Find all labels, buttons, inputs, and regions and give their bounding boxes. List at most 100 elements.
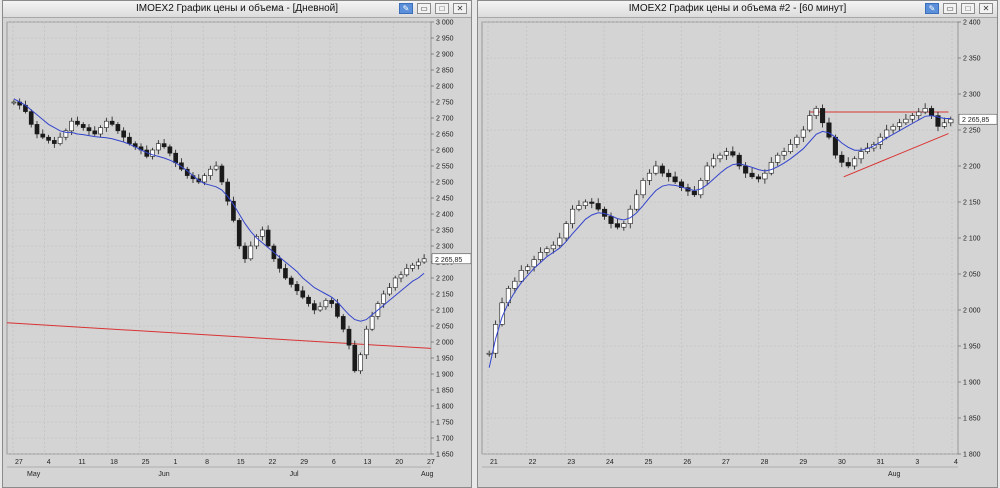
close-icon[interactable]: ✕ [453,3,467,14]
price-candle-body [640,180,646,196]
y-tick-label: 1 950 [436,356,454,363]
pin-icon[interactable]: ✎ [925,3,939,14]
price-candle-body [730,151,736,156]
price-candle-body [941,122,947,127]
y-tick-label: 1 850 [963,416,981,423]
price-candle-body [156,143,161,151]
price-candle-body [352,344,358,372]
plot-area [6,21,432,455]
price-candle-body [602,208,608,217]
price-candle-body [109,120,115,125]
price-candle-body [595,203,601,210]
price-candle-body [755,176,762,180]
price-candle-body [723,151,729,156]
maximize-icon[interactable]: □ [961,3,975,14]
price-candle-body [86,127,92,132]
x-tick-label: 20 [395,459,403,466]
left-chart-window[interactable]: IMOEX2 График цены и объема - [Дневной] … [2,0,472,488]
y-tick-label: 1 900 [436,372,454,379]
right-price-chart[interactable]: 2 400 2 350 2 300 2 250 2 200 2 150 2 100 2 050… [478,18,998,488]
price-candle-body [121,130,126,138]
price-candle-body [582,201,588,206]
close-icon[interactable]: ✕ [979,3,993,14]
price-candle-body [208,168,213,176]
y-tick-label: 1 750 [436,420,454,427]
y-tick-label: 2 000 [436,340,454,347]
price-candle-body [300,290,306,298]
x-month-label: Jul [290,471,299,478]
price-candle-body [922,108,928,113]
price-candle-body [608,216,614,224]
price-candle-body [236,220,242,247]
pin-icon[interactable]: ✎ [399,3,413,14]
maximize-icon[interactable]: □ [435,3,449,14]
x-tick-label: 8 [205,459,209,466]
price-candle-body [398,274,404,279]
y-tick-label: 2 850 [436,68,454,75]
price-candle-body [634,194,640,210]
price-candle-body [167,146,173,154]
x-tick-label: 15 [237,459,245,466]
x-tick-label: 30 [838,459,846,466]
y-tick-label: 2 650 [436,132,454,139]
price-candle-body [717,154,723,160]
x-tick-label: 1 [173,459,177,466]
price-candle-body [787,144,794,152]
price-candle-body [743,165,749,174]
left-price-chart[interactable]: 3 000 2 950 2 900 2 850 2 800 2 750 2 700 2 650… [3,18,472,488]
price-candle-body [323,300,329,308]
price-candle-body [537,252,544,260]
price-candle-body [260,229,265,237]
y-tick-label: 2 100 [436,308,454,315]
y-tick-label: 2 900 [436,52,454,59]
x-tick-label: 29 [300,459,308,466]
price-candle-body [807,115,813,131]
price-candle-body [340,316,346,330]
price-candle-body [749,172,755,178]
x-tick-label: 27 [722,459,730,466]
price-candle-body [213,165,219,170]
price-candle-body [277,258,282,269]
last-price-label: 2 265,85 [962,117,989,124]
price-candle-body [364,328,369,356]
price-candle-body [781,151,787,156]
price-candle-body [550,244,556,250]
price-candle-body [404,268,410,276]
y-tick-label: 2 200 [963,164,981,171]
price-candle-body [294,284,300,292]
price-candle-body [242,245,248,260]
price-candle-body [369,316,375,330]
price-candle-body [563,223,569,239]
price-candle-body [346,328,352,346]
price-candle-body [589,201,595,204]
price-candle-body [329,300,334,304]
left-titlebar[interactable]: IMOEX2 График цены и объема - [Дневной] … [3,1,471,18]
restore-icon[interactable]: ▭ [943,3,957,14]
price-candle-body [666,172,672,178]
right-chart-window[interactable]: IMOEX2 График цены и объема #2 - [60 мин… [477,0,998,488]
x-tick-label: 23 [567,459,575,466]
x-tick-label: 21 [490,459,498,466]
y-tick-label: 2 950 [436,36,454,43]
price-candle-body [104,120,109,128]
price-candle-body [704,165,710,181]
y-tick-label: 2 050 [963,272,981,279]
x-tick-label: 18 [110,459,118,466]
price-candle-body [948,118,954,124]
restore-icon[interactable]: ▭ [417,3,431,14]
price-candle-body [28,111,34,125]
x-tick-label: 11 [78,459,85,466]
price-candle-body [46,136,51,141]
y-tick-label: 2 800 [436,84,454,91]
price-candle-body [646,172,653,181]
price-candle-body [794,136,800,145]
price-candle-body [11,101,17,104]
price-candle-body [358,354,363,372]
x-month-label: Aug [421,471,434,478]
price-candle-body [69,120,74,132]
y-tick-label: 1 650 [436,452,454,459]
right-titlebar[interactable]: IMOEX2 График цены и объема #2 - [60 мин… [478,1,997,18]
price-candle-body [762,172,768,180]
y-tick-label: 2 150 [436,292,454,299]
price-candle-body [306,296,311,304]
